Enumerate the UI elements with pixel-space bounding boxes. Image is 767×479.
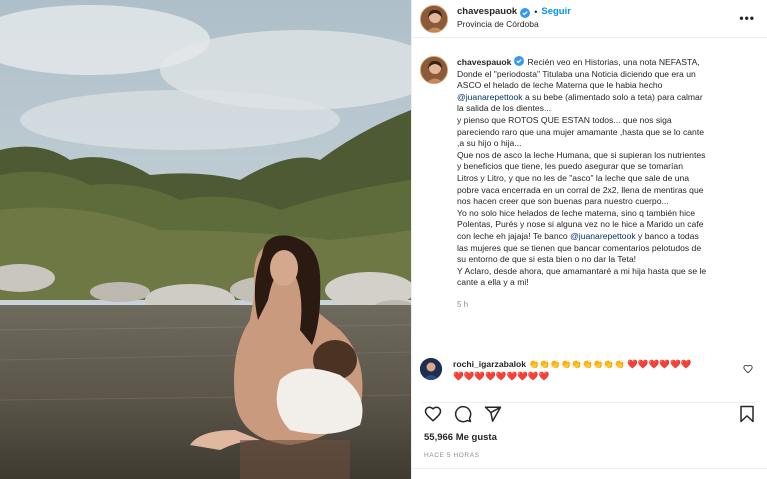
caption: chavespauok Recién veo en Historias, una … [412, 56, 767, 310]
post-details-panel: chavespauok • Seguir Provincia de Córdob… [411, 0, 767, 479]
caption-line: las mujeres que se tienen que bancar com… [457, 242, 702, 253]
caption-line: y banco a todas [635, 230, 699, 241]
caption-line: y pienso que ROTOS QUE ESTAN todos... qu… [457, 114, 672, 125]
caption-line: Y Aclaro, desde ahora, que amamantaré a … [457, 265, 707, 276]
caption-line: nos hacen creer que son buenas para nues… [457, 196, 669, 207]
share-icon[interactable] [484, 405, 502, 423]
divider [412, 468, 767, 469]
comment-icon[interactable] [454, 405, 472, 423]
caption-line: Polentas, Purés y nose si alguna vez no … [457, 219, 704, 230]
caption-timestamp[interactable]: 5 h [457, 299, 747, 311]
comment: rochi_igarzabalok 👏👏👏👏👏👏👏👏👏 ❤️❤️❤️❤️❤️❤️… [420, 358, 757, 382]
caption-line: Yo no solo hice helados de leche materna… [457, 207, 696, 218]
caption-line: con leche eh jajaja! Te banco [457, 230, 571, 241]
caption-line: a su bebe (alimentado solo a teta) para … [522, 91, 703, 102]
caption-line: pareciendo raro que una mujer amamante ,… [457, 126, 704, 137]
caption-line: ,a su hijo o hija... [457, 138, 522, 149]
caption-line: Recién veo en Historias, una nota NEFAST… [527, 57, 700, 67]
verified-badge-icon [520, 7, 531, 18]
caption-line: pobre vaca encerrada en un corral de 2x2… [457, 184, 704, 195]
caption-line: la salida de los dientes... [457, 103, 552, 114]
caption-text: chavespauok Recién veo en Historias, una … [457, 56, 747, 310]
caption-line: Litros y Litro, y que no les de "asco" l… [457, 172, 690, 183]
caption-line: Que nos de asco la leche Humana, que si … [457, 149, 706, 160]
likes-number: 55,966 [424, 432, 454, 443]
post-location[interactable]: Provincia de Córdoba [457, 19, 571, 30]
comment-text: 👏👏👏👏👏👏👏👏👏 ❤️❤️❤️❤️❤️❤️ [528, 359, 692, 369]
bookmark-icon[interactable] [739, 405, 755, 423]
caption-username[interactable]: chavespauok [457, 57, 511, 67]
separator-dot: • [534, 7, 538, 18]
post-actions [422, 402, 755, 424]
author-username[interactable]: chavespauok [457, 6, 517, 18]
comment-like-heart-icon[interactable] [743, 364, 753, 374]
mention-link[interactable]: @juanarepettook [570, 231, 636, 241]
river-breastfeeding-photo [0, 0, 411, 479]
caption-line: y beneficios que tiene, les puedo asegur… [457, 161, 683, 172]
mention-link[interactable]: @juanarepettook [457, 92, 523, 102]
likes-label: Me gusta [455, 432, 497, 443]
caption-line: cante a ella y a mi! [457, 277, 529, 288]
commenter-avatar[interactable] [420, 358, 442, 380]
caption-line: Donde el "periodosta" Titulaba una Notic… [457, 68, 696, 79]
follow-button[interactable]: Seguir [541, 6, 571, 18]
author-avatar[interactable] [420, 4, 448, 33]
more-options-icon[interactable]: ••• [739, 12, 755, 24]
post-photo[interactable] [0, 0, 411, 479]
heart-icon[interactable] [424, 405, 442, 423]
comment-text: ❤️❤️❤️❤️❤️❤️❤️❤️❤️ [453, 371, 550, 381]
commenter-username[interactable]: rochi_igarzabalok [453, 359, 526, 369]
verified-badge-icon [514, 56, 525, 66]
caption-line: su entorno de que si esta bien o no dar … [457, 254, 637, 265]
caption-avatar[interactable] [420, 56, 448, 84]
post-time-ago[interactable]: HACE 5 HORAS [424, 452, 480, 459]
caption-line: ASCO el helado de leche Materna que le h… [457, 80, 663, 91]
comments-area: chavespauok Recién veo en Historias, una … [412, 56, 767, 310]
likes-count[interactable]: 55,966 Me gusta [424, 432, 497, 443]
post-header: chavespauok • Seguir Provincia de Córdob… [412, 0, 767, 38]
